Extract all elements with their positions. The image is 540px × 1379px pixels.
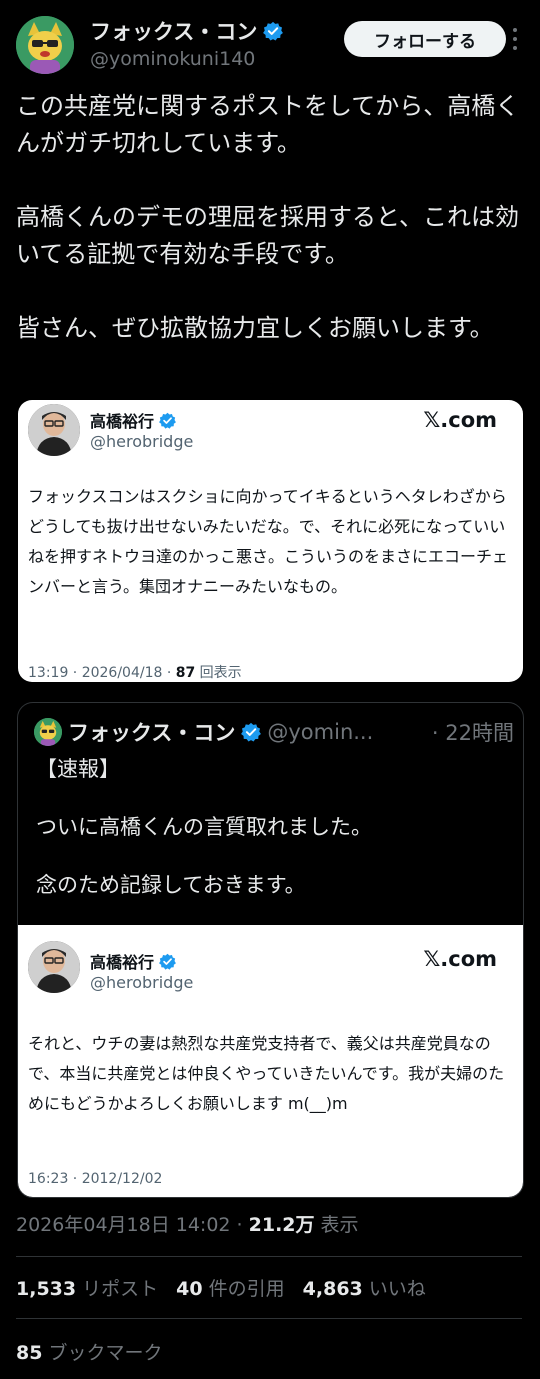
post-paragraph: 高橋くんのデモの理屈を採用すると、これは効いてる証拠で有効な手段です。: [16, 203, 520, 268]
verified-badge-icon: [159, 953, 176, 970]
more-options-icon[interactable]: [506, 28, 524, 50]
follow-button[interactable]: フォローする: [344, 21, 506, 57]
post-paragraph: 皆さん、ぜひ拡散協力宜しくお願いします。: [16, 314, 494, 342]
verified-badge-icon: [159, 412, 176, 429]
divider: [16, 1318, 522, 1319]
post-header: フォックス・コン @yominokuni140 フォローする: [16, 14, 524, 78]
bookmarks-stat[interactable]: 85 ブックマーク: [16, 1338, 163, 1365]
card-text: それと、ウチの妻は熱烈な共産党支持者で、義父は共産党員なので、本当に共産党とは仲…: [28, 1034, 505, 1113]
post-timestamp[interactable]: 2026年04月18日 14:02 ·: [16, 1214, 249, 1236]
card-author-name: 高橋裕行: [90, 953, 155, 972]
quoted-avatar: [34, 718, 62, 746]
card-avatar: [28, 941, 80, 993]
post-text: この共産党に関するポストをしてから、高橋くんがガチ切れしています。 高橋くんのデ…: [16, 88, 526, 347]
card-views-count: 87: [175, 665, 196, 681]
quoted-line: 【速報】: [36, 757, 120, 781]
verified-badge-icon: [241, 722, 262, 742]
quoted-line: 念のため記録しておきます。: [36, 873, 306, 897]
x-logo: 𝕏.com: [423, 408, 497, 432]
views-count: 21.2万: [248, 1214, 315, 1236]
card-text: フォックスコンはスクショに向かってイキるというヘタレわざからどうしても抜け出せな…: [28, 487, 509, 596]
handle[interactable]: @yominokuni140: [90, 48, 255, 70]
card-author-name: 高橋裕行: [90, 412, 155, 431]
card-footer: 13:19 · 2026/04/18 · 87 回表示: [28, 662, 242, 682]
likes-stat[interactable]: 4,863 いいね: [303, 1274, 426, 1301]
reposts-stat[interactable]: 1,533 リポスト: [16, 1274, 158, 1301]
engagement-stats: 1,533 リポスト 40 件の引用 4,863 いいね: [16, 1274, 426, 1301]
card-date: 13:19 · 2026/04/18 ·: [28, 665, 176, 681]
quoted-author-name: フォックス・コン: [68, 721, 236, 745]
card-footer: 16:23 · 2012/12/02: [28, 1171, 163, 1187]
screenshot-card: 高橋裕行 @herobridge 𝕏.com それと、ウチの妻は熱烈な共産党支持…: [18, 925, 523, 1197]
card-author-handle: @herobridge: [90, 432, 194, 451]
card-avatar: [28, 404, 80, 456]
views-label: 表示: [314, 1214, 359, 1236]
post-paragraph: この共産党に関するポストをしてから、高橋くんがガチ切れしています。: [16, 92, 520, 157]
screenshot-card[interactable]: 高橋裕行 @herobridge 𝕏.com フォックスコンはスクショに向かって…: [18, 400, 523, 682]
card-author-handle: @herobridge: [90, 973, 194, 992]
card-views-label: 回表示: [195, 665, 242, 681]
avatar[interactable]: [16, 16, 74, 74]
quoted-post[interactable]: フォックス・コン @yomin... · 22時間 【速報】 ついに高橋くんの言…: [17, 702, 524, 1198]
display-name[interactable]: フォックス・コン: [90, 16, 257, 46]
quoted-author-handle: @yomin...: [267, 720, 374, 744]
post-meta: 2026年04月18日 14:02 · 21.2万 表示: [16, 1210, 359, 1237]
verified-badge-icon: [263, 21, 284, 41]
quoted-text: 【速報】 ついに高橋くんの言質取れました。 念のため記録しておきます。: [36, 753, 516, 901]
quotes-stat[interactable]: 40 件の引用: [176, 1274, 285, 1301]
quoted-line: ついに高橋くんの言質取れました。: [36, 815, 372, 839]
quoted-post-header: フォックス・コン @yomin... · 22時間: [34, 717, 514, 747]
divider: [16, 1256, 522, 1257]
quoted-timestamp: · 22時間: [431, 721, 514, 745]
x-logo: 𝕏.com: [423, 947, 497, 971]
